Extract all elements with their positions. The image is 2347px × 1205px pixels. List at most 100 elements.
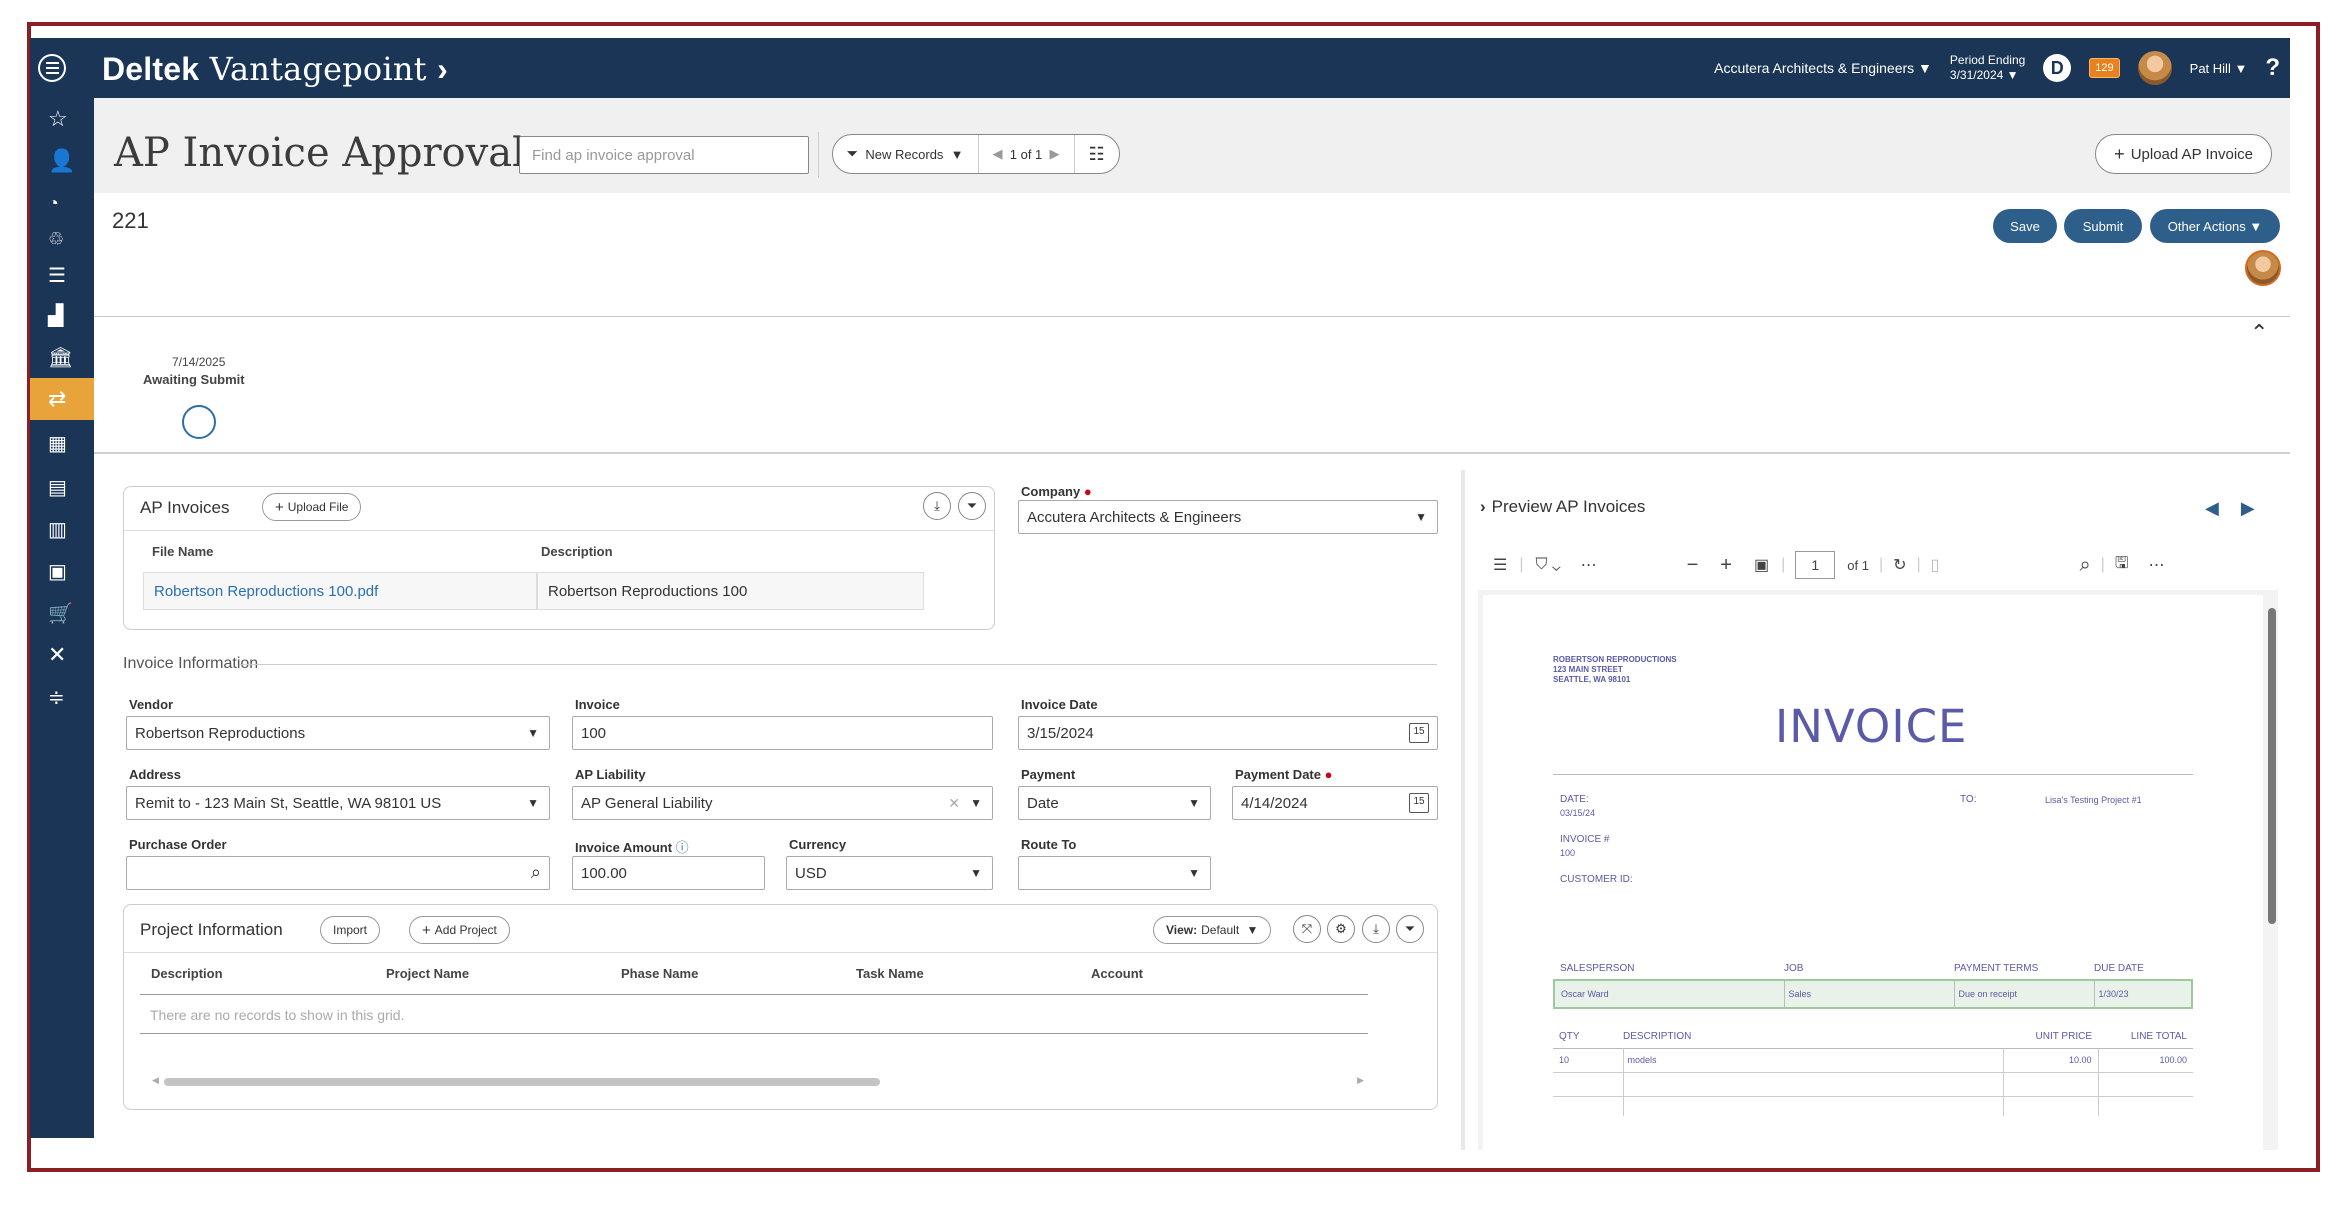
- zoom-out-icon[interactable]: −: [1687, 554, 1699, 577]
- view-selector[interactable]: View: Default ▼: [1153, 916, 1272, 944]
- doc-cell: [2003, 1072, 2099, 1096]
- payment-label: Payment: [1021, 767, 1076, 782]
- purchase-order-label: Purchase Order: [129, 837, 227, 852]
- org-icon[interactable]: ▦: [30, 422, 94, 464]
- doc-table-2: QTY DESCRIPTION UNIT PRICE LINE TOTAL 10…: [1553, 1026, 2193, 1116]
- filter-dropdown[interactable]: ⏷ New Records ▼: [833, 135, 978, 173]
- user-menu[interactable]: Pat Hill ▼: [2190, 61, 2248, 76]
- notification-badge[interactable]: 129: [2089, 58, 2120, 78]
- cart-icon[interactable]: 🛒: [30, 592, 94, 634]
- file-link[interactable]: Robertson Reproductions 100.pdf: [143, 572, 537, 610]
- prev-invoice-icon[interactable]: ◀: [2205, 498, 2241, 518]
- payment-select[interactable]: Date ▼: [1018, 786, 1211, 820]
- preview-nav: ◀▶: [2205, 498, 2277, 519]
- ap-liability-select[interactable]: AP General Liability ✕ ▼: [572, 786, 993, 820]
- company-select[interactable]: Accutera Architects & Engineers ▼: [1018, 500, 1438, 534]
- help-icon[interactable]: ?: [2265, 54, 2280, 82]
- info-icon[interactable]: ⓘ: [676, 840, 689, 855]
- download-icon[interactable]: ⤓: [923, 492, 951, 520]
- rotate-icon[interactable]: ↻: [1893, 555, 1906, 575]
- doc-cell: [2098, 1072, 2193, 1096]
- clear-icon[interactable]: ✕: [948, 795, 960, 812]
- next-record-icon[interactable]: ▶: [1050, 146, 1060, 162]
- company-selector[interactable]: Accutera Architects & Engineers ▼: [1714, 60, 1932, 76]
- col-account: Account: [1091, 966, 1143, 981]
- more-tools-icon[interactable]: ⋯: [1581, 555, 1597, 575]
- building-icon[interactable]: ▤: [30, 466, 94, 508]
- hierarchy-icon[interactable]: ▣: [30, 550, 94, 592]
- page-number-input[interactable]: 1: [1795, 551, 1836, 579]
- gear-icon[interactable]: ⚙: [1327, 915, 1355, 943]
- bank-icon[interactable]: 🏛: [30, 336, 94, 378]
- next-invoice-icon[interactable]: ▶: [2241, 498, 2277, 518]
- list-view-icon[interactable]: ☷: [1073, 135, 1119, 173]
- pane-divider[interactable]: [1461, 470, 1465, 1150]
- chart-icon[interactable]: ▟: [30, 294, 94, 336]
- user-avatar[interactable]: [2137, 51, 2172, 85]
- save-button[interactable]: Save: [1993, 209, 2057, 243]
- payment-date-field[interactable]: 4/14/2024 15: [1232, 786, 1438, 820]
- vendor-select[interactable]: Robertson Reproductions ▼: [126, 716, 550, 750]
- fit-page-icon[interactable]: ▣: [1754, 555, 1769, 575]
- address-select[interactable]: Remit to - 123 Main St, Seattle, WA 9810…: [126, 786, 550, 820]
- calendar-icon[interactable]: 15: [1409, 723, 1429, 743]
- search-icon[interactable]: ⌕: [531, 862, 541, 883]
- scrollbar-thumb[interactable]: [2268, 608, 2276, 924]
- download-icon[interactable]: ⤓: [1362, 915, 1390, 943]
- scrollbar-thumb[interactable]: [164, 1078, 880, 1086]
- filter-icon[interactable]: ⏷: [1396, 915, 1424, 943]
- invoice-amount-field[interactable]: 100.00: [572, 856, 765, 890]
- list-icon[interactable]: ☰: [30, 254, 94, 296]
- workflow-step-circle-icon[interactable]: [182, 405, 216, 439]
- tools-icon[interactable]: ✕: [30, 634, 94, 676]
- outline-icon[interactable]: ☰: [1493, 555, 1507, 575]
- star-icon[interactable]: ☆: [30, 98, 94, 140]
- pdf-scrollbar[interactable]: [2266, 590, 2278, 1150]
- scroll-left-icon[interactable]: ◀: [152, 1075, 159, 1086]
- prev-record-icon[interactable]: ◀: [993, 146, 1003, 162]
- invoice-number-field[interactable]: 100: [572, 716, 993, 750]
- import-button[interactable]: Import: [320, 916, 381, 944]
- horizontal-scrollbar[interactable]: ◀ ▶: [152, 1075, 1364, 1089]
- save-icon[interactable]: 🖫: [2115, 552, 2129, 579]
- transactions-icon[interactable]: ⇄: [30, 378, 94, 420]
- main-menu-icon[interactable]: [30, 46, 74, 90]
- highlight-icon[interactable]: ⛉ ⌄: [1536, 556, 1561, 574]
- more-icon[interactable]: ⋯: [2148, 555, 2164, 575]
- col-project-name: Project Name: [386, 966, 470, 981]
- route-to-select[interactable]: ▼: [1018, 856, 1211, 890]
- upload-ap-invoice-button[interactable]: + Upload AP Invoice: [2095, 134, 2272, 174]
- doc-customer-label: CUSTOMER ID:: [1560, 874, 1633, 885]
- purchase-order-field[interactable]: ⌕: [126, 856, 550, 890]
- zoom-in-icon[interactable]: +: [1720, 554, 1732, 577]
- page-view-icon[interactable]: ▯: [1931, 555, 1940, 575]
- expand-icon[interactable]: ⤧: [1293, 915, 1321, 943]
- pager-controls[interactable]: ◀ 1 of 1 ▶: [977, 135, 1074, 173]
- scroll-right-icon[interactable]: ▶: [1357, 1075, 1364, 1086]
- invoice-date-field[interactable]: 3/15/2024 15: [1018, 716, 1438, 750]
- books-icon[interactable]: ▥: [30, 508, 94, 550]
- period-selector[interactable]: Period Ending 3/31/2024 ▼: [1950, 53, 2025, 83]
- filter-icon[interactable]: ⏷: [958, 492, 986, 520]
- settings-sliders-icon[interactable]: ≑: [30, 676, 94, 718]
- submit-button[interactable]: Submit: [2064, 209, 2142, 243]
- currency-select[interactable]: USD ▼: [786, 856, 993, 890]
- upload-file-button[interactable]: + Upload File: [262, 493, 362, 521]
- calendar-icon[interactable]: 15: [1409, 793, 1429, 813]
- app-brand[interactable]: Deltek Vantagepoint ›: [102, 50, 448, 88]
- grid-header-line: [140, 994, 1368, 995]
- doc-header: DESCRIPTION: [1623, 1031, 1692, 1043]
- contact-icon[interactable]: 👤: [30, 140, 94, 182]
- collapse-chevron-icon[interactable]: ⌃: [2250, 320, 2268, 346]
- search-input[interactable]: Find ap invoice approval: [519, 136, 809, 174]
- other-actions-button[interactable]: Other Actions ▼: [2150, 209, 2280, 243]
- add-project-button[interactable]: + Add Project: [409, 916, 510, 944]
- record-owner-avatar[interactable]: [2245, 250, 2281, 286]
- search-icon[interactable]: ⌕: [2079, 554, 2090, 577]
- col-phase-name: Phase Name: [621, 966, 699, 981]
- chevron-right-icon[interactable]: ›: [1480, 497, 1486, 516]
- vendor-label: Vendor: [129, 697, 174, 712]
- dela-assistant-icon[interactable]: D: [2043, 54, 2072, 82]
- doc-header: DUE DATE: [2094, 963, 2144, 974]
- address-label: Address: [129, 767, 182, 782]
